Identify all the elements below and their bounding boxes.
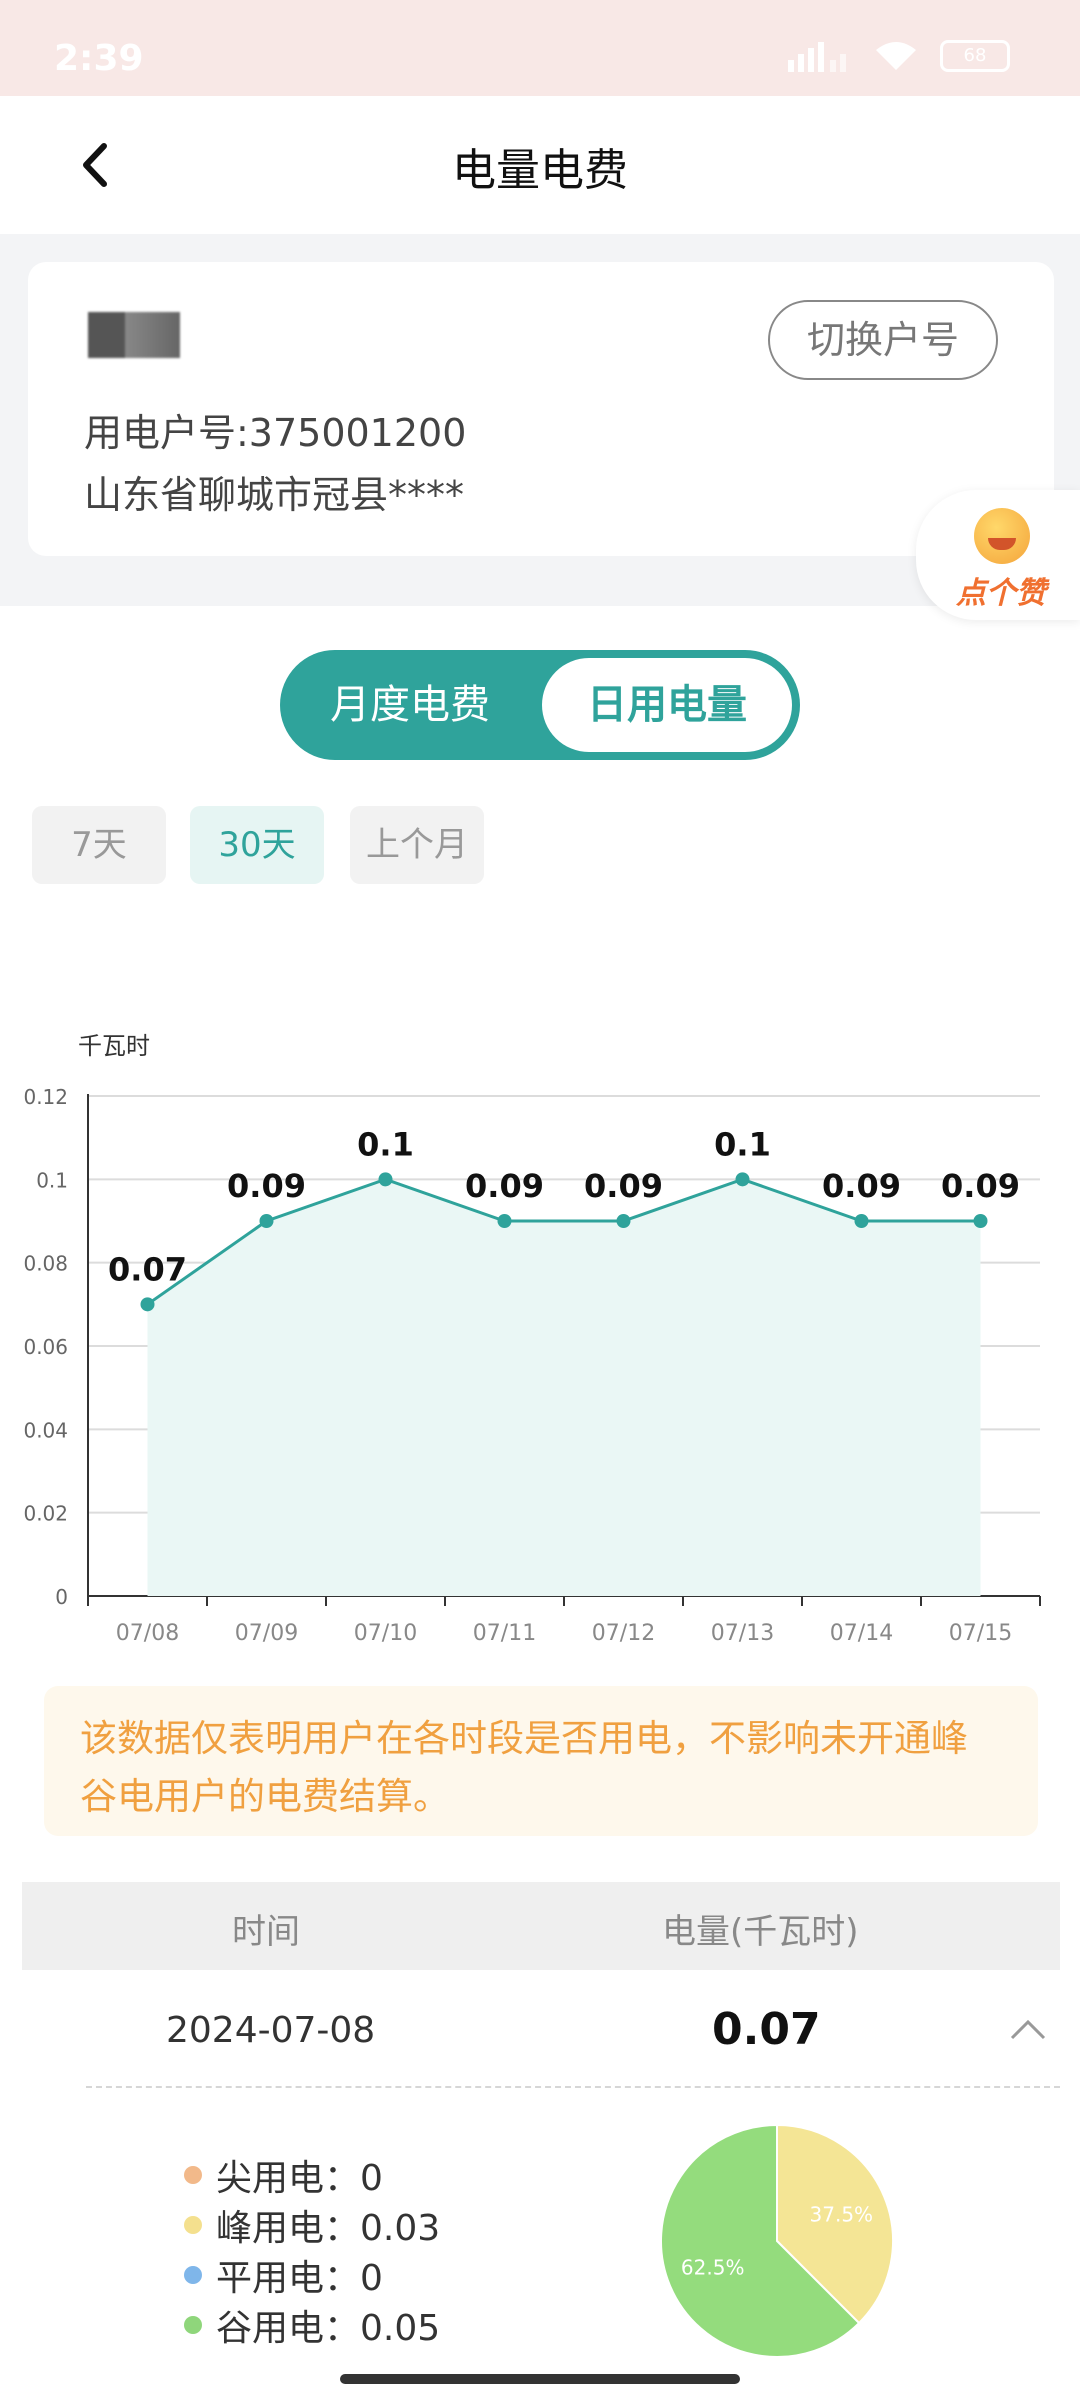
signal-icon <box>788 42 846 72</box>
y-tick-label: 0 <box>55 1585 68 1609</box>
data-label: 0.09 <box>822 1167 901 1205</box>
x-tick-label: 07/09 <box>235 1621 298 1646</box>
daily-usage-chart: 千瓦时 0 0.02 0.04 0.06 0.08 0.1 0.12 0.07 07/08 0.0… <box>0 1010 1080 1670</box>
page-title: 电量电费 <box>452 145 628 196</box>
usage-breakdown-legend: 尖用电：0 峰用电：0.03 平用电：0 谷用电：0.05 <box>184 2150 440 2350</box>
legend-label: 尖用电：0 <box>216 2158 383 2199</box>
data-label: 0.09 <box>227 1167 306 1205</box>
range-tab-last-month[interactable]: 上个月 <box>350 806 484 884</box>
x-tick-label: 07/08 <box>116 1621 179 1646</box>
account-card: 用电户号:375001200 山东省聊城市冠县**** 切换户号 <box>28 262 1054 556</box>
status-bar: 2:39 68 <box>0 0 1080 96</box>
range-tab-30-days[interactable]: 30天 <box>190 806 324 884</box>
tab-daily-usage[interactable]: 日用电量 <box>542 658 792 752</box>
legend-item: 尖用电：0 <box>184 2150 440 2200</box>
y-tick-label: 0.1 <box>36 1168 68 1192</box>
tab-monthly-fee[interactable]: 月度电费 <box>280 650 540 760</box>
x-tick-label: 07/10 <box>354 1621 417 1646</box>
data-point <box>616 1214 631 1228</box>
legend-item: 谷用电：0.05 <box>184 2300 440 2350</box>
y-tick-label: 0.06 <box>23 1335 68 1359</box>
nav-bar: 电量电费 <box>0 96 1080 234</box>
legend-item: 峰用电：0.03 <box>184 2200 440 2250</box>
data-label: 0.09 <box>465 1167 544 1205</box>
legend-label: 峰用电：0.03 <box>216 2208 441 2249</box>
chart-svg: 0 0.02 0.04 0.06 0.08 0.1 0.12 0.07 07/08 0.09 07/… <box>23 1085 1041 1646</box>
data-point <box>854 1214 869 1228</box>
data-label: 0.1 <box>714 1125 771 1163</box>
data-point <box>497 1214 512 1228</box>
wifi-icon <box>876 42 916 70</box>
like-badge[interactable]: 点个赞 <box>916 490 1080 620</box>
chevron-up-icon[interactable] <box>1008 2014 1048 2044</box>
switch-account-button[interactable]: 切换户号 <box>768 300 998 380</box>
legend-label: 谷用电：0.05 <box>216 2308 441 2349</box>
x-tick-label: 07/14 <box>830 1621 893 1646</box>
home-indicator[interactable] <box>340 2374 740 2384</box>
pie-slice-label: 62.5% <box>681 2256 745 2280</box>
legend-dot <box>184 2216 202 2234</box>
header-usage: 电量(千瓦时) <box>662 1912 859 1952</box>
row-divider <box>86 2086 1060 2088</box>
notice-box: 该数据仅表明用户在各时段是否用电，不影响未开通峰谷电用户的电费结算。 <box>44 1686 1038 1836</box>
data-label: 0.09 <box>584 1167 663 1205</box>
masked-account-name <box>88 312 180 358</box>
status-time: 2:39 <box>54 38 144 79</box>
x-tick-label: 07/12 <box>592 1621 655 1646</box>
y-tick-label: 0.02 <box>23 1502 68 1526</box>
legend-dot <box>184 2266 202 2284</box>
area-fill <box>147 1179 981 1596</box>
data-point <box>259 1214 274 1228</box>
battery-level: 68 <box>963 45 987 66</box>
legend-dot <box>184 2166 202 2184</box>
data-point <box>735 1172 750 1187</box>
table-header: 时间 电量(千瓦时) <box>22 1882 1060 1970</box>
x-tick-label: 07/11 <box>473 1621 536 1646</box>
x-tick-label: 07/15 <box>949 1621 1012 1646</box>
y-tick-label: 0.04 <box>23 1418 68 1442</box>
data-point <box>973 1214 988 1228</box>
row-date: 2024-07-08 <box>166 2010 376 2051</box>
like-badge-label: 点个赞 <box>956 576 1046 611</box>
legend-dot <box>184 2316 202 2334</box>
legend-item: 平用电：0 <box>184 2250 440 2300</box>
data-point <box>140 1297 155 1312</box>
data-label: 0.09 <box>941 1167 1020 1205</box>
range-tab-7-days[interactable]: 7天 <box>32 806 166 884</box>
account-address: 山东省聊城市冠县**** <box>84 473 465 517</box>
x-tick-label: 07/13 <box>711 1621 774 1646</box>
battery-icon: 68 <box>940 40 1010 72</box>
y-tick-label: 0.08 <box>23 1252 68 1276</box>
data-label: 0.1 <box>357 1125 414 1163</box>
smile-face-icon <box>974 508 1030 564</box>
legend-label: 平用电：0 <box>216 2258 383 2299</box>
data-label: 0.07 <box>108 1250 187 1288</box>
account-number: 用电户号:375001200 <box>84 411 467 455</box>
status-icons: 68 <box>782 40 1010 72</box>
table-row[interactable]: 2024-07-08 0.07 <box>22 1970 1060 2088</box>
header-time: 时间 <box>232 1912 300 1952</box>
pie-slice-label: 37.5% <box>810 2202 874 2226</box>
mode-toggle: 月度电费 日用电量 <box>280 650 800 760</box>
usage-pie-chart: 37.5% 62.5% <box>660 2124 894 2358</box>
y-tick-label: 0.12 <box>23 1085 68 1109</box>
row-value: 0.07 <box>712 2004 821 2055</box>
data-point <box>378 1172 393 1187</box>
